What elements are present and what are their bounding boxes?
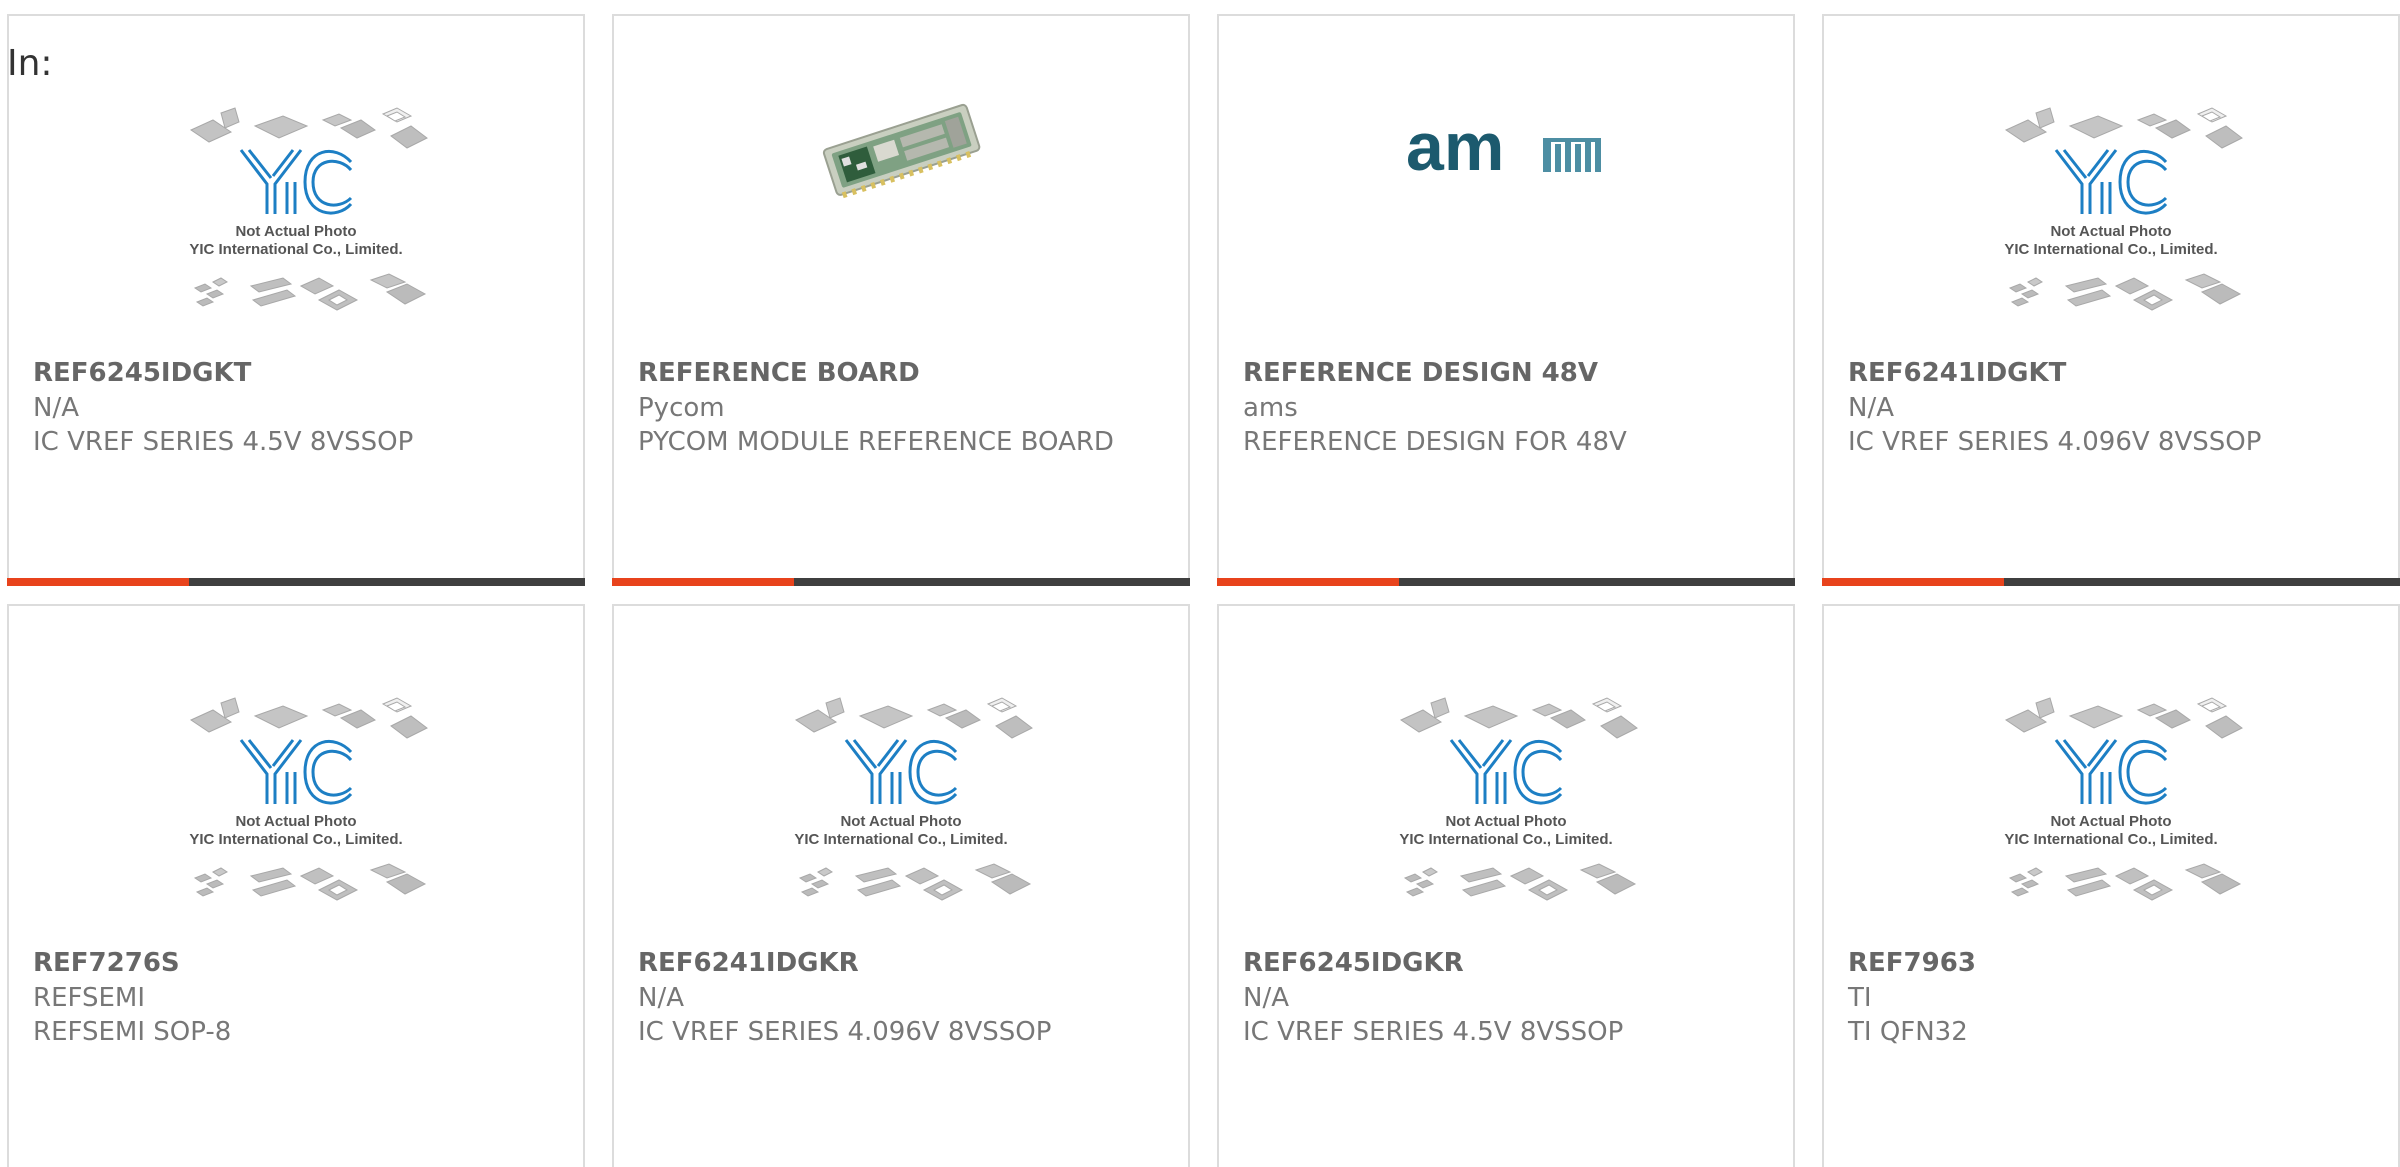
description: IC VREF SERIES 4.096V 8VSSOP <box>638 1017 1052 1047</box>
product-card[interactable]: Not Actual Photo YIC International Co., … <box>1217 604 1795 1167</box>
placeholder-image: Not Actual Photo YIC International Co., … <box>161 678 431 918</box>
manufacturer: TI <box>1848 983 1872 1013</box>
manufacturer: Pycom <box>638 393 725 423</box>
part-number[interactable]: REF7963 <box>1848 948 1976 979</box>
placeholder-line1: Not Actual Photo <box>840 813 961 830</box>
part-number[interactable]: REF7276S <box>33 948 180 979</box>
placeholder-line2: YIC International Co., Limited. <box>189 831 402 848</box>
placeholder-line2: YIC International Co., Limited. <box>794 831 1007 848</box>
description: IC VREF SERIES 4.096V 8VSSOP <box>1848 427 2262 457</box>
product-image[interactable]: am <box>1219 88 1793 358</box>
part-number[interactable]: REF6241IDGKT <box>1848 358 2066 389</box>
manufacturer: N/A <box>638 983 684 1013</box>
part-number[interactable]: REF6241IDGKR <box>638 948 859 979</box>
product-card[interactable]: Not Actual Photo YIC International Co., … <box>612 604 1190 1167</box>
product-image[interactable]: Not Actual Photo YIC International Co., … <box>9 678 583 948</box>
placeholder-line1: Not Actual Photo <box>235 223 356 240</box>
placeholder-line1: Not Actual Photo <box>2050 223 2171 240</box>
part-number[interactable]: REF6245IDGKR <box>1243 948 1464 979</box>
card-bar-accent <box>1217 578 1399 586</box>
manufacturer: N/A <box>33 393 79 423</box>
card-bar <box>7 578 585 586</box>
placeholder-line1: Not Actual Photo <box>1445 813 1566 830</box>
description: IC VREF SERIES 4.5V 8VSSOP <box>1243 1017 1624 1047</box>
card-bar-accent <box>1822 578 2004 586</box>
product-image[interactable]: Not Actual Photo YIC International Co., … <box>9 88 583 358</box>
filter-label: In: <box>7 43 53 84</box>
description: PYCOM MODULE REFERENCE BOARD <box>638 427 1114 457</box>
placeholder-line2: YIC International Co., Limited. <box>2004 241 2217 258</box>
placeholder-image: Not Actual Photo YIC International Co., … <box>1976 678 2246 918</box>
part-number[interactable]: REFERENCE DESIGN 48V <box>1243 358 1598 389</box>
description: IC VREF SERIES 4.5V 8VSSOP <box>33 427 414 457</box>
pycom-board-image <box>811 88 991 208</box>
ams-logo: am <box>1396 88 1616 208</box>
card-bar <box>612 578 1190 586</box>
placeholder-line2: YIC International Co., Limited. <box>2004 831 2217 848</box>
product-card[interactable]: Not Actual Photo YIC International Co., … <box>7 14 585 586</box>
product-card[interactable]: Not Actual Photo YIC International Co., … <box>1822 14 2400 586</box>
part-number[interactable]: REFERENCE BOARD <box>638 358 920 389</box>
placeholder-image: Not Actual Photo YIC International Co., … <box>766 678 1036 918</box>
product-image[interactable]: Not Actual Photo YIC International Co., … <box>1824 88 2398 358</box>
product-image[interactable]: Not Actual Photo YIC International Co., … <box>1219 678 1793 948</box>
product-image[interactable]: Not Actual Photo YIC International Co., … <box>614 678 1188 948</box>
description: REFERENCE DESIGN FOR 48V <box>1243 427 1627 457</box>
placeholder-line1: Not Actual Photo <box>2050 813 2171 830</box>
page: In: Not Actual Photo YIC International C… <box>0 0 2400 1167</box>
product-card[interactable]: Not Actual Photo YIC International Co., … <box>1822 604 2400 1167</box>
product-image[interactable]: Not Actual Photo YIC International Co., … <box>1824 678 2398 948</box>
placeholder-line2: YIC International Co., Limited. <box>189 241 402 258</box>
product-card[interactable]: Not Actual Photo YIC International Co., … <box>7 604 585 1167</box>
product-grid: Not Actual Photo YIC International Co., … <box>7 14 2400 1167</box>
card-bar <box>1217 578 1795 586</box>
part-number[interactable]: REF6245IDGKT <box>33 358 251 389</box>
placeholder-line2: YIC International Co., Limited. <box>1399 831 1612 848</box>
manufacturer: REFSEMI <box>33 983 146 1013</box>
product-image[interactable] <box>614 88 1188 358</box>
manufacturer: ams <box>1243 393 1298 423</box>
placeholder-line1: Not Actual Photo <box>235 813 356 830</box>
manufacturer: N/A <box>1848 393 1894 423</box>
card-bar <box>1822 578 2400 586</box>
card-bar-accent <box>612 578 794 586</box>
placeholder-image: Not Actual Photo YIC International Co., … <box>1371 678 1641 918</box>
ams-logo-text: am <box>1406 109 1504 185</box>
placeholder-image: Not Actual Photo YIC International Co., … <box>1976 88 2246 328</box>
card-bar-accent <box>7 578 189 586</box>
product-card[interactable]: REFERENCE BOARD Pycom PYCOM MODULE REFER… <box>612 14 1190 586</box>
description: TI QFN32 <box>1848 1017 1968 1047</box>
placeholder-image: Not Actual Photo YIC International Co., … <box>161 88 431 328</box>
description: REFSEMI SOP-8 <box>33 1017 232 1047</box>
product-card[interactable]: am REFERENCE DESIGN 48V ams REFERENCE DE… <box>1217 14 1795 586</box>
manufacturer: N/A <box>1243 983 1289 1013</box>
